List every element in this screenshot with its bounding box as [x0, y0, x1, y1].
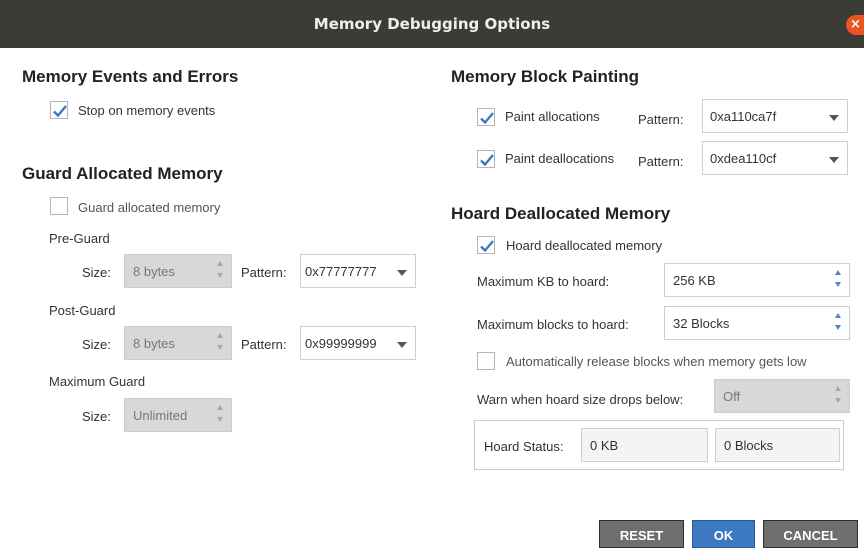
post-guard-size-value: 8 bytes: [133, 336, 175, 351]
paint-deallocations-pattern-select[interactable]: 0xdea110cf: [702, 141, 848, 175]
spinner-arrows-icon: [835, 313, 843, 333]
maximum-guard-size-value: Unlimited: [133, 408, 188, 423]
post-guard-size-label: Size:: [82, 337, 111, 352]
pre-guard-pattern-label: Pattern:: [241, 265, 287, 280]
checkmark-icon: [480, 112, 494, 125]
hoard-status-blocks-field: 0 Blocks: [715, 428, 840, 462]
section-heading-guard: Guard Allocated Memory: [22, 164, 223, 183]
maximum-blocks-value: 32 Blocks: [673, 316, 730, 331]
chevron-down-icon: [829, 157, 839, 163]
spinner-arrows-icon: [217, 405, 225, 425]
guard-allocated-memory-checkbox[interactable]: [50, 197, 68, 215]
title-bar: Memory Debugging Options ×: [0, 0, 864, 48]
paint-deallocations-pattern-value: 0xdea110cf: [710, 151, 777, 166]
maximum-kb-value: 256 KB: [673, 273, 716, 288]
hoard-status-blocks-value: 0 Blocks: [724, 438, 774, 453]
post-guard-pattern-label: Pattern:: [241, 337, 287, 352]
section-heading-hoard: Hoard Deallocated Memory: [451, 204, 671, 223]
paint-deallocations-pattern-label: Pattern:: [638, 154, 684, 169]
maximum-blocks-spinner[interactable]: 32 Blocks: [664, 306, 850, 340]
guard-allocated-memory-label: Guard allocated memory: [78, 200, 221, 215]
checkmark-icon: [53, 105, 67, 118]
hoard-status-kb-value: 0 KB: [590, 438, 619, 453]
pre-guard-pattern-select[interactable]: 0x77777777: [300, 254, 416, 288]
hoard-status-kb-field: 0 KB: [581, 428, 708, 462]
pre-guard-size-label: Size:: [82, 265, 111, 280]
chevron-down-icon: [829, 115, 839, 121]
maximum-kb-spinner[interactable]: 256 KB: [664, 263, 850, 297]
post-guard-heading: Post-Guard: [49, 303, 116, 318]
spinner-arrows-icon: [217, 261, 225, 281]
section-heading-memory-events: Memory Events and Errors: [22, 67, 239, 86]
post-guard-size-spinner[interactable]: 8 bytes: [124, 326, 232, 360]
warn-hoard-size-value: Off: [723, 389, 741, 404]
section-heading-painting: Memory Block Painting: [451, 67, 639, 86]
auto-release-label: Automatically release blocks when memory…: [506, 354, 807, 369]
maximum-guard-size-spinner[interactable]: Unlimited: [124, 398, 232, 432]
spinner-arrows-icon: [835, 386, 843, 406]
chevron-down-icon: [397, 342, 407, 348]
spinner-arrows-icon: [835, 270, 843, 290]
paint-deallocations-label: Paint deallocations: [505, 151, 615, 166]
hoard-deallocated-memory-checkbox[interactable]: [477, 236, 495, 254]
stop-on-memory-events-checkbox[interactable]: [50, 101, 68, 119]
maximum-blocks-label: Maximum blocks to hoard:: [477, 317, 629, 332]
hoard-deallocated-memory-label: Hoard deallocated memory: [506, 238, 663, 253]
maximum-guard-size-label: Size:: [82, 409, 111, 424]
pre-guard-size-spinner[interactable]: 8 bytes: [124, 254, 232, 288]
paint-allocations-pattern-label: Pattern:: [638, 112, 684, 127]
paint-allocations-checkbox[interactable]: [477, 108, 495, 126]
paint-allocations-pattern-select[interactable]: 0xa110ca7f: [702, 99, 848, 133]
paint-allocations-label: Paint allocations: [505, 109, 600, 124]
spinner-arrows-icon: [217, 333, 225, 353]
cancel-button[interactable]: CANCEL: [763, 520, 858, 548]
post-guard-pattern-value: 0x99999999: [305, 336, 377, 351]
warn-hoard-size-label: Warn when hoard size drops below:: [477, 392, 684, 407]
window-title: Memory Debugging Options: [313, 15, 551, 33]
pre-guard-size-value: 8 bytes: [133, 264, 175, 279]
paint-allocations-pattern-value: 0xa110ca7f: [710, 109, 777, 124]
pre-guard-heading: Pre-Guard: [49, 231, 110, 246]
maximum-kb-label: Maximum KB to hoard:: [477, 274, 610, 289]
post-guard-pattern-select[interactable]: 0x99999999: [300, 326, 416, 360]
warn-hoard-size-spinner[interactable]: Off: [714, 379, 850, 413]
auto-release-checkbox[interactable]: [477, 352, 495, 370]
hoard-status-label: Hoard Status:: [484, 439, 564, 454]
paint-deallocations-checkbox[interactable]: [477, 150, 495, 168]
maximum-guard-heading: Maximum Guard: [49, 374, 146, 389]
chevron-down-icon: [397, 270, 407, 276]
close-icon: ×: [850, 17, 861, 32]
checkmark-icon: [480, 240, 494, 253]
stop-on-memory-events-label: Stop on memory events: [78, 103, 216, 118]
ok-button[interactable]: OK: [692, 520, 755, 548]
close-button[interactable]: ×: [846, 15, 864, 35]
pre-guard-pattern-value: 0x77777777: [305, 264, 377, 279]
checkmark-icon: [480, 154, 494, 167]
reset-button[interactable]: RESET: [599, 520, 684, 548]
